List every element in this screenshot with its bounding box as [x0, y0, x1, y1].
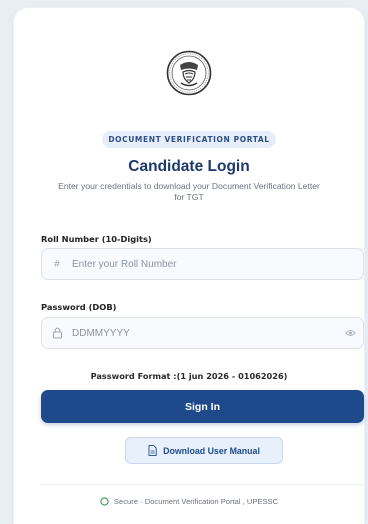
document-icon [148, 445, 157, 456]
divider [41, 484, 364, 485]
portal-badge: DOCUMENT VERIFICATION PORTAL [102, 131, 276, 148]
password-label: Password (DOB) [41, 302, 117, 312]
download-manual-label: Download User Manual [163, 445, 260, 456]
password-field[interactable] [41, 317, 364, 349]
password-input[interactable] [72, 318, 337, 348]
login-card: DOCUMENT VERIFICATION PORTAL Candidate L… [14, 8, 364, 524]
page-title: Candidate Login [128, 158, 250, 175]
eye-icon[interactable] [337, 329, 363, 337]
footer: Secure · Document Verification Portal , … [14, 497, 364, 506]
download-manual-button[interactable]: Download User Manual [125, 437, 283, 464]
lock-icon [42, 327, 72, 339]
password-format-hint: Password Format :(1 jun 2026 - 01062026) [90, 371, 288, 381]
roll-number-label: Roll Number (10-Digits) [41, 234, 152, 244]
state-emblem-icon [166, 50, 212, 96]
footer-text: Secure · Document Verification Portal , … [113, 497, 279, 506]
roll-number-field[interactable]: # [41, 248, 364, 280]
roll-number-input[interactable] [72, 249, 363, 279]
sign-in-button[interactable]: Sign In [41, 390, 364, 423]
hash-icon: # [54, 258, 60, 270]
secure-shield-icon [100, 497, 109, 506]
page-subtitle: Enter your credentials to download your … [58, 181, 320, 202]
